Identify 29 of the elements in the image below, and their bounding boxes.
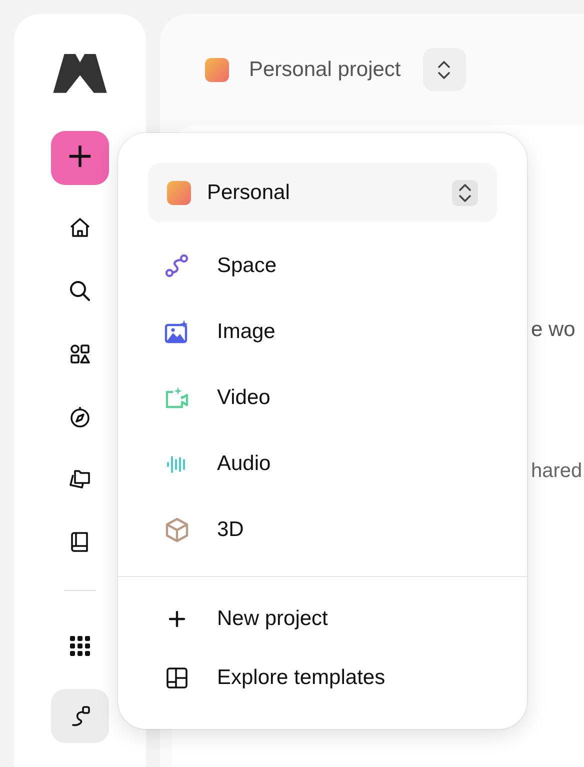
chevron-up-down-icon <box>437 58 452 80</box>
project-name[interactable]: Personal project <box>249 58 401 82</box>
shapes-icon <box>68 342 92 366</box>
image-sparkle-icon <box>164 319 190 345</box>
menu-item[interactable]: 3D <box>118 497 527 563</box>
logo-icon <box>51 54 109 93</box>
plus-icon <box>168 610 186 628</box>
video-camera-icon <box>164 385 190 411</box>
folders-icon <box>68 467 92 492</box>
nodes-icon <box>164 253 190 279</box>
grid-icon <box>68 634 92 658</box>
layout-icon <box>165 666 189 690</box>
menu-item[interactable]: Image <box>118 299 527 365</box>
menu-item[interactable]: Video <box>118 365 527 431</box>
workspace-selector[interactable]: Personal <box>148 163 497 222</box>
create-button[interactable]: + <box>51 130 109 185</box>
sidebar-item[interactable] <box>51 689 109 744</box>
page-subtitle: e wo <box>531 318 576 342</box>
menu-item[interactable]: Explore templates <box>118 648 527 707</box>
project-swatch <box>205 58 229 82</box>
menu-item[interactable]: Space <box>118 233 527 299</box>
tab[interactable]: hared <box>531 460 582 483</box>
chevron-up-down-icon <box>458 182 472 204</box>
menu-item[interactable]: Audio <box>118 431 527 497</box>
menu-item[interactable]: New project <box>118 589 527 648</box>
search-icon <box>68 278 92 303</box>
cube-icon <box>164 517 190 543</box>
compass-icon <box>68 404 92 429</box>
project-switcher-button[interactable] <box>422 48 466 91</box>
